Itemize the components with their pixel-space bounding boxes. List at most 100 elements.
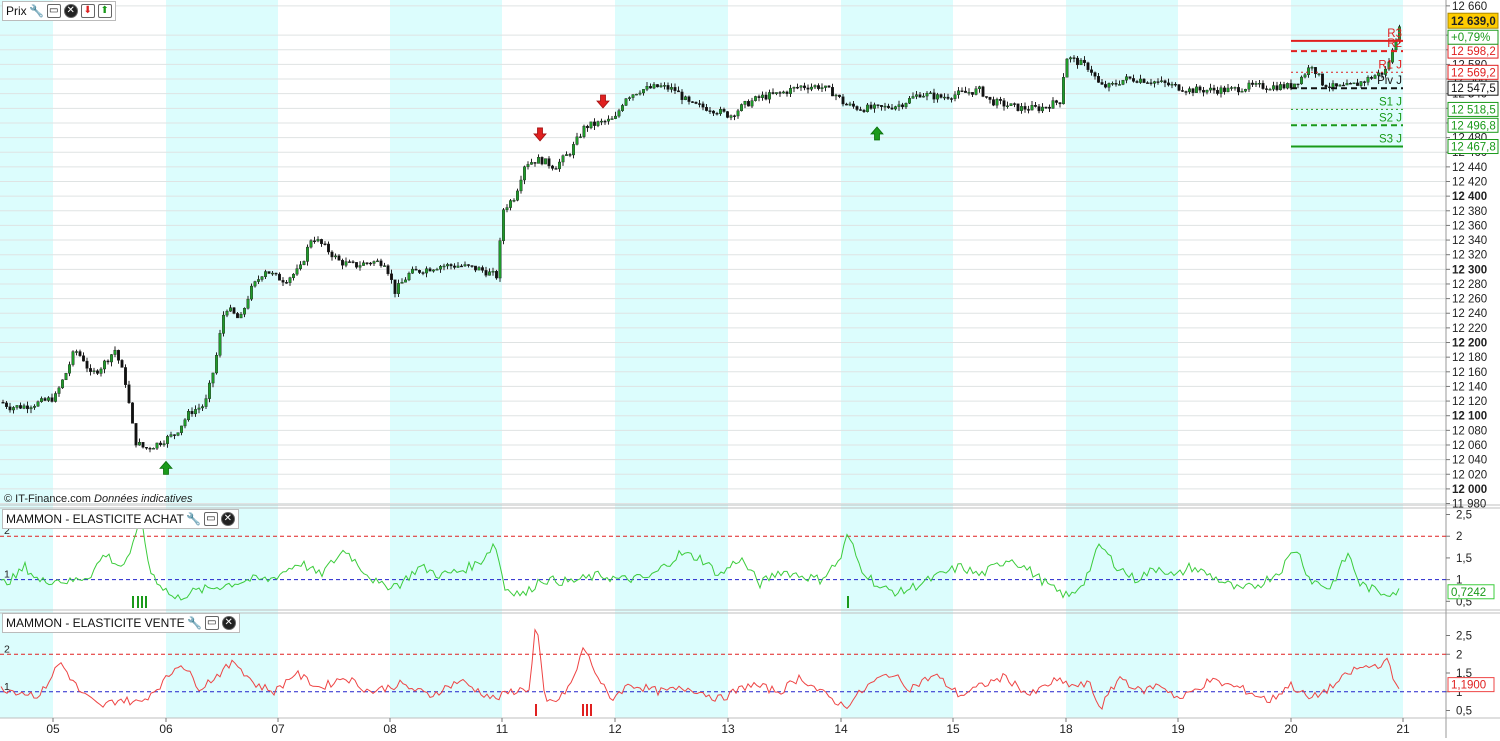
maximize-icon[interactable]: ▭ [204,616,219,630]
candle-bull [512,200,516,202]
candle-bull [719,109,723,114]
maximize-icon[interactable]: ▭ [203,512,218,526]
candle-bull [974,88,978,95]
candle-bull [516,190,520,201]
candle-bear [593,121,597,126]
candle-bull [1359,81,1363,86]
candle-bull [1373,75,1377,79]
candle-bear [715,113,719,115]
price-tick-label: 12 420 [1452,177,1487,189]
wrench-icon[interactable]: 🔧 [29,4,44,18]
candle-bear [116,349,120,361]
candle-bull [1254,83,1258,85]
price-tick-label: 12 200 [1452,338,1487,350]
candle-bear [26,405,30,410]
candle-bear [764,94,768,100]
candle-bull [155,442,159,449]
price-tick-label: 12 240 [1452,308,1487,320]
price-tick-label: 12 120 [1452,396,1487,408]
price-tick-label: 12 400 [1452,191,1487,203]
maximize-icon[interactable]: ▭ [46,4,61,18]
candle-bear [414,268,418,271]
candle-bear [939,94,943,98]
candle-bear [666,85,670,90]
candle-bull [873,104,877,109]
price-tick-label: 12 320 [1452,250,1487,262]
candle-bull [383,265,387,267]
candle-bull [176,432,180,436]
candle-bull [925,93,929,97]
candle-bear [390,273,394,280]
candle-bear [691,101,695,103]
candle-bull [1366,77,1370,83]
candle-bear [1222,87,1226,93]
x-tick-label: 13 [721,722,735,736]
sell-signal-icon[interactable]: ⬇ [80,4,95,18]
price-tick-label: 12 220 [1452,323,1487,335]
candle-bull [477,267,481,271]
candle-bear [1082,59,1086,63]
wrench-icon[interactable]: 🔧 [187,616,202,630]
candle-bear [1201,89,1205,93]
candle-bull [953,94,957,99]
candle-bull [456,265,460,268]
candle-bear [649,86,653,89]
candle-bear [817,85,821,89]
candle-bull [288,277,292,283]
candle-bull [768,92,772,100]
candle-bear [355,262,359,268]
candle-bull [607,118,611,122]
candle-bull [530,162,534,165]
candle-bear [1131,78,1135,82]
candle-bull [1331,83,1335,88]
candle-bull [1051,100,1055,109]
candle-bull [1233,87,1237,89]
candle-bull [221,314,225,334]
candle-bear [568,154,572,156]
pivot-label-piv: Piv J [1377,75,1402,87]
candle-bear [554,168,558,170]
candle-bear [1002,100,1006,107]
pivot-value-label: 12 496,8 [1451,120,1496,132]
candle-bear [1166,82,1170,86]
candle-bear [981,86,985,97]
candle-bull [137,441,141,446]
candle-bull [911,96,915,99]
candle-bull [271,272,275,275]
close-icon[interactable]: ✕ [220,512,235,526]
candle-bull [967,92,971,94]
candle-bull [1068,57,1072,60]
candle-bull [435,269,439,271]
candle-bear [281,280,285,283]
buy-left-label: 1 [4,569,10,581]
wrench-icon[interactable]: 🔧 [186,512,201,526]
candle-bear [796,86,800,89]
candle-bear [880,105,884,107]
candle-bear [313,240,317,242]
candle-bear [547,158,551,167]
price-tick-label: 12 280 [1452,279,1487,291]
candle-bull [1061,77,1065,105]
candle-bear [551,165,555,169]
close-icon[interactable]: ✕ [63,4,78,18]
candle-bull [663,85,667,87]
x-tick-label: 05 [46,722,60,736]
candle-bear [379,260,383,266]
candle-bull [74,351,78,353]
candle-bull [1107,83,1111,88]
close-icon[interactable]: ✕ [221,616,236,630]
candle-bear [1058,102,1062,105]
candle-bull [596,121,600,126]
candle-bull [537,157,541,164]
candle-bear [1026,109,1030,111]
buy-signal-icon[interactable]: ⬆ [97,4,112,18]
pivot-label-s1: S1 J [1379,96,1402,108]
candle-bear [831,87,835,97]
candle-bull [61,379,65,389]
candle-bull [36,401,40,407]
candle-bull [1306,67,1310,76]
sell-tick-label: 2 [1456,649,1462,661]
candle-bull [165,436,169,444]
candle-bull [736,110,740,117]
candle-bear [190,411,194,415]
